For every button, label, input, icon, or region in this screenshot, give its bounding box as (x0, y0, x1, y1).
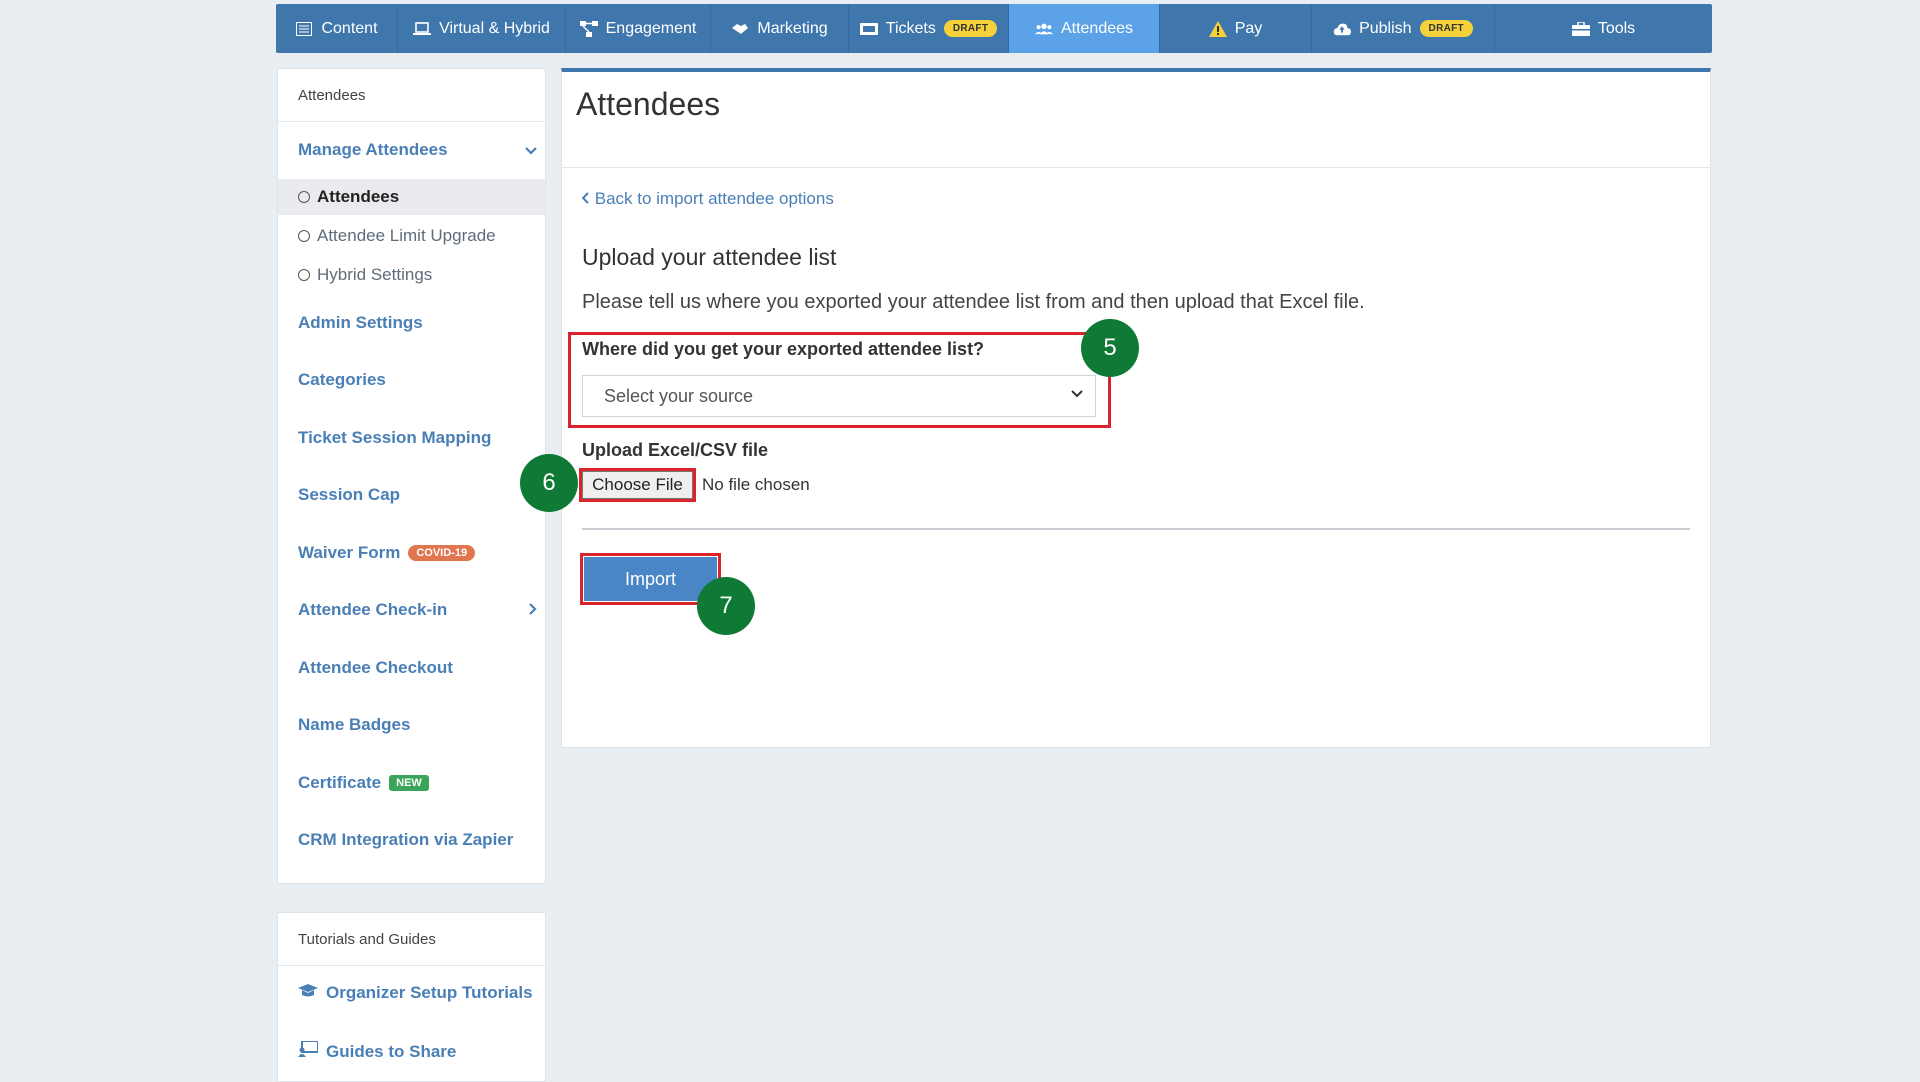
tab-tools[interactable]: Tools (1495, 4, 1712, 53)
tutorials-card: Tutorials and Guides Organizer Setup Tut… (277, 912, 546, 1082)
tab-label: Virtual & Hybrid (439, 19, 550, 37)
highlight-box-source (568, 332, 1111, 428)
list-icon (295, 20, 313, 38)
divider (562, 167, 1710, 168)
tutorials-item-guides-to-share[interactable]: Guides to Share (298, 1040, 457, 1062)
sidebar-subitem-label: Hybrid Settings (317, 265, 433, 284)
tab-publish[interactable]: Publish DRAFT (1312, 4, 1495, 53)
step-marker-5: 5 (1081, 319, 1139, 377)
divider (582, 528, 1690, 530)
page-title: Attendees (576, 86, 721, 122)
back-link-label: Back to import attendee options (594, 189, 834, 208)
chevron-down-icon (525, 142, 537, 158)
step-marker-7: 7 (697, 577, 755, 635)
sidebar-item-waiver-form[interactable]: Waiver Form COVID-19 (298, 543, 476, 563)
tab-label: Engagement (605, 19, 697, 37)
tab-label: Publish (1359, 19, 1412, 37)
presentation-icon (298, 1040, 319, 1062)
covid-badge: COVID-19 (408, 545, 476, 561)
toolbox-icon (1571, 20, 1590, 38)
tab-pay[interactable]: Pay (1160, 4, 1312, 53)
main-panel: Attendees Back to import attendee option… (561, 68, 1711, 748)
sidebar: Attendees Manage Attendees Attendees Att… (277, 68, 546, 884)
sidebar-item-label: Certificate (298, 773, 382, 792)
back-link[interactable]: Back to import attendee options (581, 189, 834, 209)
upload-label: Upload Excel/CSV file (582, 440, 769, 460)
warning-icon (1208, 20, 1227, 38)
sidebar-item-certificate[interactable]: Certificate NEW (298, 773, 429, 793)
laptop-icon (413, 20, 432, 38)
sidebar-item-label: Waiver Form (298, 543, 401, 562)
tab-label: Pay (1234, 19, 1263, 37)
sidebar-subitem-attendee-limit-upgrade[interactable]: Attendee Limit Upgrade (278, 218, 545, 254)
tab-label: Marketing (757, 19, 828, 37)
sidebar-item-name-badges[interactable]: Name Badges (298, 715, 410, 735)
sidebar-item-label: Name Badges (298, 715, 411, 734)
sidebar-subitem-label: Attendee Limit Upgrade (317, 226, 496, 245)
sidebar-item-attendee-check-in[interactable]: Attendee Check-in (298, 600, 543, 620)
sidebar-item-crm-integration[interactable]: CRM Integration via Zapier (298, 830, 513, 850)
file-status: No file chosen (702, 475, 810, 494)
sidebar-subitem-attendees[interactable]: Attendees (278, 179, 545, 215)
network-icon (579, 20, 598, 38)
sidebar-item-label: Ticket Session Mapping (298, 428, 492, 447)
tutorials-item-organizer-setup[interactable]: Organizer Setup Tutorials (298, 983, 533, 1003)
sidebar-item-label: CRM Integration via Zapier (298, 830, 514, 849)
sidebar-item-label: Attendee Check-in (298, 600, 448, 619)
users-icon (1034, 20, 1053, 38)
highlight-box-choose-file (579, 468, 696, 502)
ticket-icon (859, 20, 878, 38)
tab-label: Tools (1597, 19, 1636, 37)
tab-engagement[interactable]: Engagement (566, 4, 711, 53)
tab-marketing[interactable]: Marketing (711, 4, 849, 53)
sidebar-item-admin-settings[interactable]: Admin Settings (298, 313, 423, 333)
section-description: Please tell us where you exported your a… (582, 291, 1365, 313)
sidebar-item-session-cap[interactable]: Session Cap (298, 485, 400, 505)
sidebar-item-label: Attendee Checkout (298, 658, 453, 677)
chevron-right-icon (529, 602, 537, 618)
tab-virtual-hybrid[interactable]: Virtual & Hybrid (398, 4, 566, 53)
sidebar-item-label: Session Cap (298, 485, 401, 504)
draft-badge: DRAFT (943, 20, 998, 37)
tutorials-item-label: Organizer Setup Tutorials (326, 983, 533, 1002)
sidebar-item-ticket-session-mapping[interactable]: Ticket Session Mapping (298, 428, 491, 448)
sidebar-header: Attendees (278, 69, 545, 122)
sidebar-item-categories[interactable]: Categories (298, 370, 386, 390)
sidebar-item-label: Categories (298, 370, 386, 389)
tab-label: Content (321, 19, 378, 37)
new-badge: NEW (389, 775, 429, 791)
circle-icon (298, 191, 310, 203)
tab-content[interactable]: Content (276, 4, 398, 53)
cloud-upload-icon (1333, 20, 1352, 38)
graduation-cap-icon (298, 983, 318, 1003)
sidebar-subitem-label: Attendees (317, 187, 400, 206)
tutorials-item-label: Guides to Share (326, 1041, 457, 1061)
handshake-icon (731, 20, 749, 38)
sidebar-item-manage-attendees[interactable]: Manage Attendees (298, 140, 543, 160)
tab-label: Attendees (1060, 19, 1134, 37)
circle-icon (298, 269, 310, 281)
sidebar-item-label: Manage Attendees (298, 140, 448, 159)
tab-attendees[interactable]: Attendees (1009, 4, 1160, 53)
sidebar-item-attendee-checkout[interactable]: Attendee Checkout (298, 658, 453, 678)
sidebar-subitem-hybrid-settings[interactable]: Hybrid Settings (278, 257, 545, 293)
chevron-left-icon (581, 189, 590, 208)
draft-badge: DRAFT (1419, 20, 1473, 37)
top-navigation: Content Virtual & Hybrid Engagement Mark… (276, 4, 1712, 53)
step-marker-6: 6 (520, 454, 578, 512)
section-title: Upload your attendee list (582, 244, 837, 270)
sidebar-item-label: Admin Settings (298, 313, 423, 332)
tab-tickets[interactable]: Tickets DRAFT (849, 4, 1009, 53)
tab-label: Tickets (885, 19, 936, 37)
tutorials-header: Tutorials and Guides (278, 913, 545, 966)
circle-icon (298, 230, 310, 242)
